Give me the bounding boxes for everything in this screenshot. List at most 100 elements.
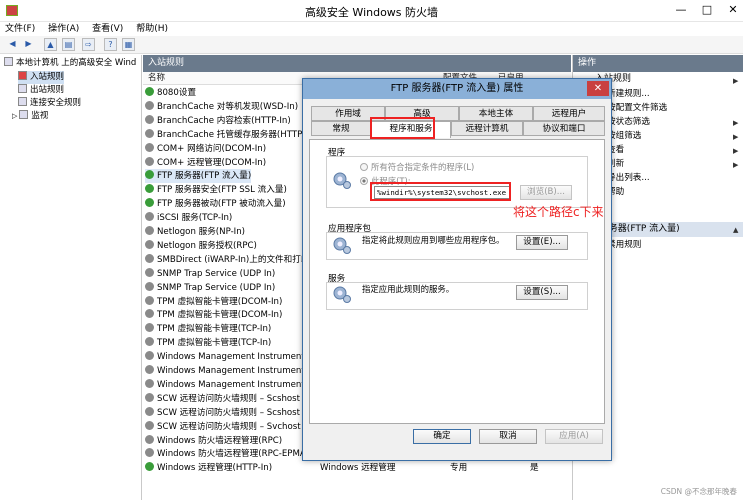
rule-name: FTP 服务器被动(FTP 被动流入量) — [157, 199, 286, 210]
rule-name: FTP 服务器安全(FTP SSL 流入量) — [157, 185, 287, 196]
submenu-arrow-icon: ▶ — [733, 161, 739, 169]
rule-name: SCW 远程访问防火墙规则 – Svchost — [157, 421, 301, 432]
table-row[interactable]: SCW 远程访问防火墙规则 – Scshost — [145, 406, 300, 420]
expand-arrow-icon[interactable]: ▷ — [12, 112, 17, 120]
table-row[interactable]: TPM 虚拟智能卡管理(TCP-In) — [145, 322, 271, 336]
table-row[interactable]: Windows Management Instrumenta — [145, 364, 310, 378]
disabled-rule-icon — [145, 212, 154, 222]
disabled-rule-icon — [145, 100, 154, 110]
navigation-tree: 本地计算机 上的高级安全 Wind 入站规则 出站规则 连接安全规则 ▷ 监视 — [0, 55, 142, 500]
outbound-rules-icon — [18, 84, 27, 93]
table-row[interactable]: TPM 虚拟智能卡管理(TCP-In) — [145, 336, 271, 350]
table-row[interactable]: BranchCache 托管缓存服务器(HTTP-In) — [145, 128, 317, 142]
table-row[interactable]: SCW 远程访问防火墙规则 – Scshost — [145, 392, 300, 406]
table-row[interactable]: FTP 服务器被动(FTP 被动流入量) — [145, 197, 286, 211]
tab-remote-computers[interactable]: 远程计算机 — [451, 121, 523, 136]
table-row[interactable]: FTP 服务器(FTP 流入量) — [145, 169, 252, 184]
tab-local-principals[interactable]: 本地主体 — [459, 106, 533, 121]
tab-protocols-ports[interactable]: 协议和端口 — [523, 121, 605, 136]
highlight-program-path — [370, 182, 511, 201]
submenu-arrow-icon: ▶ — [733, 77, 739, 85]
tree-item-monitoring[interactable]: ▷ 监视 — [12, 110, 48, 123]
table-row[interactable]: TPM 虚拟智能卡管理(DCOM-In) — [145, 308, 282, 322]
dialog-close-icon[interactable]: ✕ — [587, 81, 609, 96]
rule-name: iSCSI 服务(TCP-In) — [157, 213, 233, 224]
table-row[interactable]: FTP 服务器安全(FTP SSL 流入量) — [145, 183, 287, 197]
radio-all-programs[interactable]: 所有符合指定条件的程序(L) — [360, 161, 474, 173]
ok-button[interactable]: 确定 — [413, 429, 471, 444]
table-row[interactable]: BranchCache 对等机发现(WSD-In) — [145, 100, 298, 114]
disabled-rule-icon — [145, 295, 154, 305]
close-icon[interactable]: ✕ — [720, 0, 743, 20]
export-icon[interactable]: ⇨ — [82, 38, 95, 51]
table-row[interactable]: Windows 防火墙远程管理(RPC-EPMA — [145, 447, 306, 461]
menu-view[interactable]: 查看(V) — [87, 22, 128, 36]
minimize-icon[interactable]: — — [668, 0, 694, 20]
table-row[interactable]: TPM 虚拟智能卡管理(DCOM-In) — [145, 295, 282, 309]
table-row[interactable]: Netlogon 服务(NP-In) — [145, 225, 245, 239]
up-folder-icon[interactable]: ▲ — [44, 38, 57, 51]
table-row[interactable]: COM+ 网络访问(DCOM-In) — [145, 142, 266, 156]
menu-help[interactable]: 帮助(H) — [131, 22, 173, 36]
enabled-check-icon — [145, 184, 154, 194]
back-icon[interactable]: ◀ — [6, 38, 19, 51]
forward-icon[interactable]: ▶ — [22, 38, 35, 51]
table-row[interactable]: Windows 防火墙远程管理(RPC) — [145, 434, 282, 448]
maximize-icon[interactable]: □ — [694, 0, 720, 20]
menu-action[interactable]: 操作(A) — [43, 22, 84, 36]
table-row[interactable]: iSCSI 服务(TCP-In) — [145, 211, 232, 225]
app-packages-settings-button[interactable]: 设置(E)... — [516, 235, 568, 250]
dialog-title: FTP 服务器(FTP 流入量) 属性 — [303, 79, 611, 99]
tree-item-outbound-rules[interactable]: 出站规则 — [18, 84, 64, 97]
table-row[interactable]: Windows Management Instrumenta — [145, 350, 310, 364]
apply-button[interactable]: 应用(A) — [545, 429, 603, 444]
action-item[interactable]: 新建规则... — [607, 87, 650, 101]
disabled-rule-icon — [145, 420, 154, 430]
rule-name: COM+ 网络访问(DCOM-In) — [157, 143, 267, 154]
title-bar: 高级安全 Windows 防火墙 — □ ✕ — [0, 0, 743, 22]
table-row[interactable]: SNMP Trap Service (UDP In) — [145, 267, 275, 281]
table-row[interactable]: Windows Management Instrumenta — [145, 378, 310, 392]
rule-name: Windows Management Instrumenta — [157, 352, 310, 363]
table-row[interactable]: SCW 远程访问防火墙规则 – Svchost — [145, 420, 301, 434]
rule-name: Windows 防火墙远程管理(RPC) — [157, 435, 283, 446]
disabled-rule-icon — [145, 281, 154, 291]
table-row[interactable]: COM+ 远程管理(DCOM-In) — [145, 156, 266, 170]
tree-item-connection-security[interactable]: 连接安全规则 — [18, 97, 81, 110]
table-row[interactable]: 8080设置 — [145, 86, 196, 100]
table-row[interactable]: SMBDirect (iWARP-In)上的文件和打印 — [145, 253, 309, 267]
table-row[interactable]: SNMP Trap Service (UDP In) — [145, 281, 275, 295]
tab-general[interactable]: 常规 — [311, 121, 371, 136]
browse-button[interactable]: 浏览(B)... — [520, 185, 572, 200]
help-icon[interactable]: ? — [104, 38, 117, 51]
tree-item-inbound-rules[interactable]: 入站规则 — [18, 71, 65, 84]
services-settings-button[interactable]: 设置(S)... — [516, 285, 568, 300]
disabled-rule-icon — [145, 392, 154, 402]
disabled-rule-icon — [145, 434, 154, 444]
table-row[interactable]: Netlogon 服务授权(RPC) — [145, 239, 257, 253]
last-row-extra: Windows 远程管理 专用 是 — [320, 461, 560, 475]
action-disable-rule[interactable]: 禁用规则 — [607, 238, 641, 252]
table-row[interactable]: BranchCache 内容检索(HTTP-In) — [145, 114, 291, 128]
action-item[interactable]: 导出列表... — [607, 171, 650, 185]
column-name[interactable]: 名称 — [148, 72, 165, 85]
disabled-rule-icon — [145, 239, 154, 249]
disabled-rule-icon — [145, 323, 154, 333]
rule-name: SMBDirect (iWARP-In)上的文件和打印 — [157, 254, 310, 265]
table-row[interactable]: Windows 远程管理(HTTP-In) — [145, 461, 272, 475]
action-item[interactable]: 按组筛选 — [607, 129, 641, 143]
action-item[interactable]: 按状态筛选 — [607, 115, 650, 129]
menu-file[interactable]: 文件(F) — [0, 22, 40, 36]
tab-remote-users[interactable]: 远程用户 — [533, 106, 605, 121]
disabled-rule-icon — [145, 142, 154, 152]
action-item[interactable]: 按配置文件筛选 — [607, 101, 667, 115]
properties-icon[interactable]: ▦ — [122, 38, 135, 51]
disabled-rule-icon — [145, 365, 154, 374]
tree-root[interactable]: 本地计算机 上的高级安全 Wind — [4, 57, 136, 70]
show-hide-tree-icon[interactable]: ▤ — [62, 38, 75, 51]
disabled-rule-icon — [145, 156, 154, 166]
rule-name: TPM 虚拟智能卡管理(DCOM-In) — [157, 296, 283, 307]
cancel-button[interactable]: 取消 — [479, 429, 537, 444]
rule-name: BranchCache 托管缓存服务器(HTTP-In) — [157, 129, 317, 140]
disabled-rule-icon — [145, 253, 154, 263]
